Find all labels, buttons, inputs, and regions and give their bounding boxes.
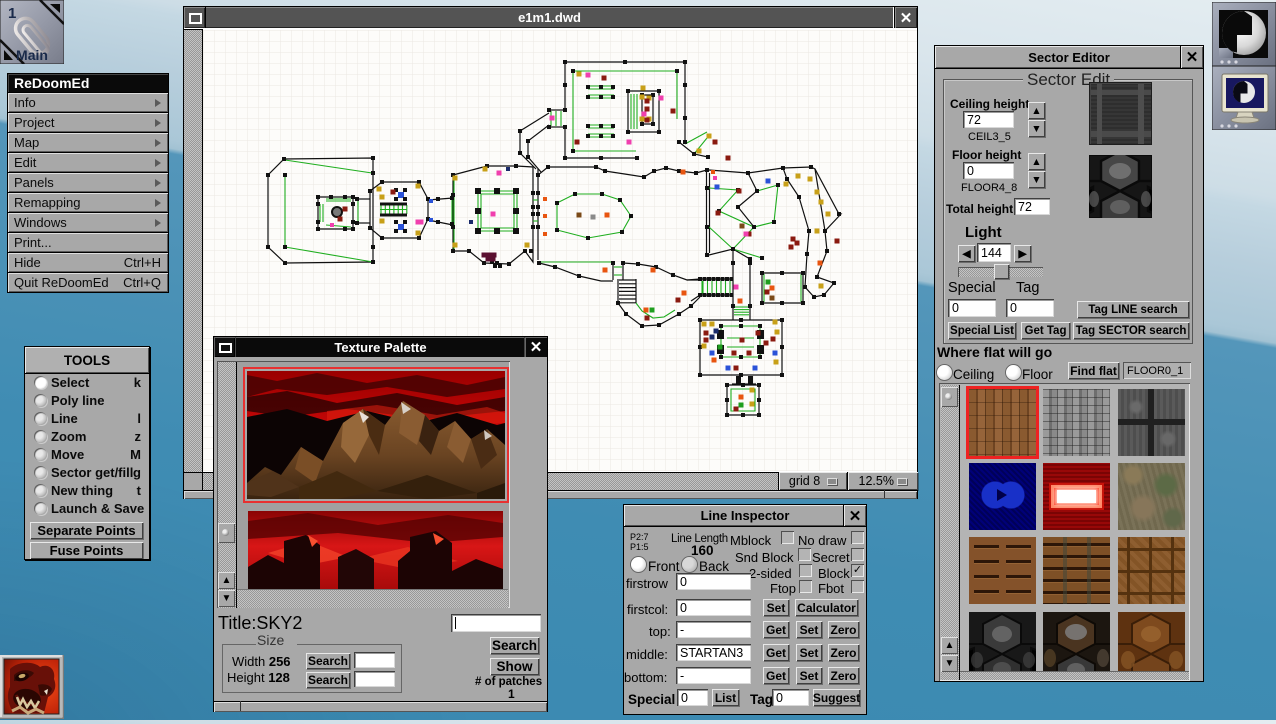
svg-text:Main: Main (16, 47, 48, 63)
svg-text:1: 1 (8, 5, 16, 22)
